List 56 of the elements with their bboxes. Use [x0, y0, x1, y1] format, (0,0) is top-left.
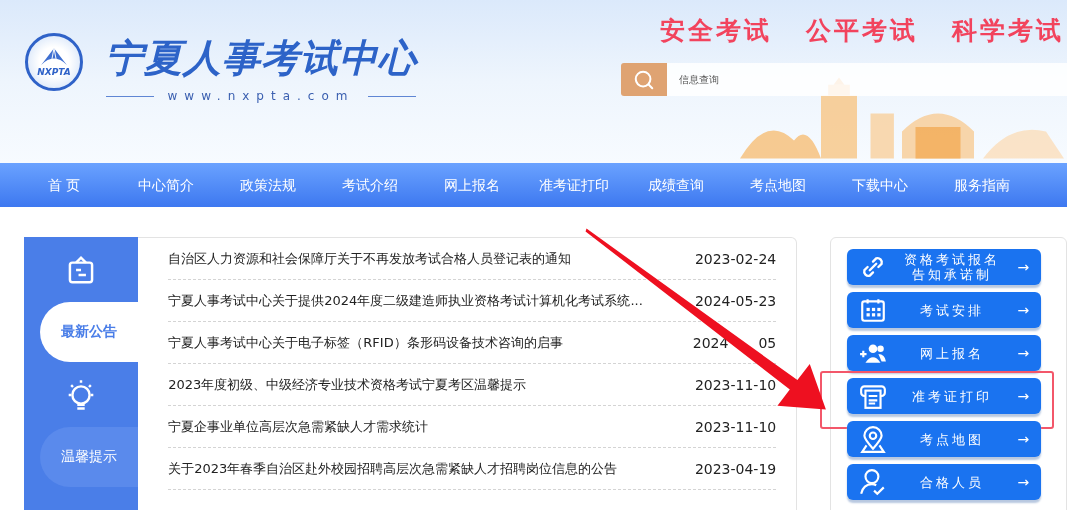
arrow-icon: → [1017, 388, 1030, 404]
slogan-text: 安全考试 [660, 15, 772, 47]
nav-link[interactable]: 下载中心 [829, 163, 931, 207]
nav-link[interactable]: 考点地图 [727, 163, 829, 207]
quick-link-button[interactable]: 网上报名 → [847, 335, 1042, 371]
quick-link-button[interactable]: 资格考试报名 告知承诺制 → [847, 249, 1042, 285]
search-icon [633, 68, 655, 91]
sidebar-tab[interactable]: 最新公告 [40, 302, 139, 362]
nav-link[interactable]: 准考证打印 [523, 163, 625, 207]
notice-link[interactable]: 自治区人力资源和社会保障厅关于不再发放考试合格人员登记表的通知 [168, 249, 572, 268]
notice-date: 2023-02-24 [694, 250, 777, 267]
notice-link[interactable]: 宁夏企事业单位高层次急需紧缺人才需求统计 [168, 417, 429, 436]
button-label: 资格考试报名 [904, 252, 1001, 267]
arrow-icon: → [1017, 474, 1030, 490]
arrow-icon: → [1017, 431, 1030, 447]
notice-date: 05 [758, 334, 777, 351]
notice-date: 2024 [692, 334, 729, 351]
sidebar-tab[interactable]: 温馨提示 [40, 427, 139, 487]
slogan-text: 科学考试 [952, 15, 1064, 47]
button-label: 考点地图 [920, 431, 985, 447]
notice-date: 2024-05-23 [694, 292, 777, 309]
location-pin-icon [859, 425, 888, 453]
notice-date: 2023-11-10 [694, 418, 777, 435]
button-label: 考试安排 [920, 302, 985, 318]
logo-text: NXPTA [37, 67, 71, 77]
button-label: 告知承诺制 [912, 267, 993, 282]
notice-link[interactable]: 关于2023年春季自治区赴外校园招聘高层次急需紧缺人才招聘岗位信息的公告 [168, 459, 618, 478]
quick-link-button[interactable]: 考点地图 → [847, 421, 1042, 457]
quick-link-button[interactable]: 合格人员 → [847, 464, 1042, 500]
nav-link[interactable]: 首 页 [13, 163, 115, 207]
nav-link[interactable]: 网上报名 [421, 163, 523, 207]
nav-link[interactable]: 成绩查询 [625, 163, 727, 207]
arrow-icon: → [1017, 302, 1030, 318]
nav-link[interactable]: 政策法规 [217, 163, 319, 207]
notice-date: 2023-04-19 [694, 460, 777, 477]
notice-date: 2023-11-10 [694, 376, 777, 393]
nav-link[interactable]: 中心简介 [115, 163, 217, 207]
search-button[interactable] [621, 63, 667, 96]
printer-icon [859, 382, 888, 410]
arrow-icon: → [1017, 345, 1030, 361]
notice-link[interactable]: 宁夏人事考试中心关于提供2024年度二级建造师执业资格考试计算机化考试系统... [168, 291, 643, 310]
notice-link[interactable]: 宁夏人事考试中心关于电子标签（RFID）条形码设备技术咨询的启事 [168, 333, 563, 352]
search-field[interactable]: 信息查询 [667, 63, 1067, 96]
nav-link[interactable]: 服务指南 [931, 163, 1033, 207]
arrow-icon: → [1017, 259, 1030, 275]
button-label: 准考证打印 [912, 388, 993, 404]
notice-link[interactable]: 2023年度初级、中级经济专业技术资格考试宁夏考区温馨提示 [168, 375, 527, 394]
button-label: 网上报名 [920, 345, 985, 361]
site-title: 宁夏人事考试中心 [105, 34, 417, 82]
calendar-icon [859, 296, 888, 324]
quick-link-button[interactable]: 考试安排 → [847, 292, 1042, 328]
slogan-text: 公平考试 [806, 15, 918, 47]
site-url: www.nxpta.com [167, 89, 355, 103]
quick-link-button[interactable]: 准考证打印 → [847, 378, 1042, 414]
button-label: 合格人员 [920, 474, 985, 490]
nav-link[interactable]: 考试介绍 [319, 163, 421, 207]
